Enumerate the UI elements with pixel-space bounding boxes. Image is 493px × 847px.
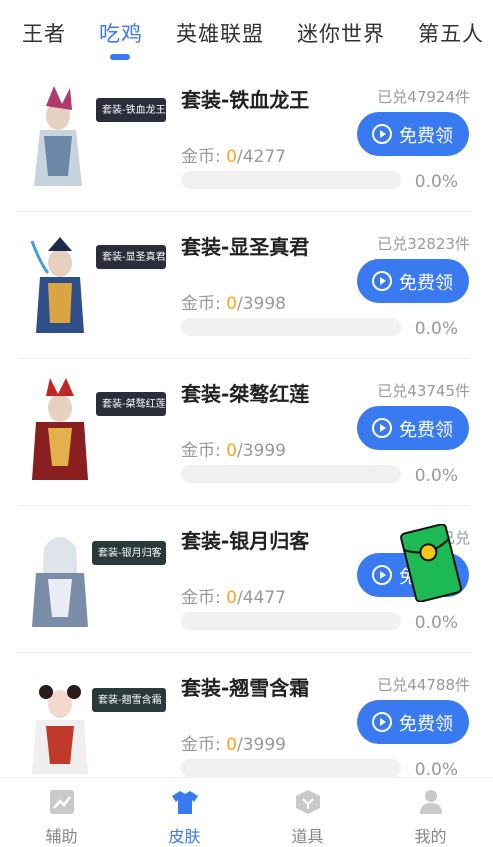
chart-icon	[50, 790, 74, 814]
list-item[interactable]: 套装-显圣真君 套装-显圣真君 已兑32823件 免费领 金币: 0/3998 …	[18, 211, 470, 359]
play-circle-icon	[372, 712, 392, 732]
progress-bar	[181, 171, 401, 189]
skin-title: 套装-银月归客	[181, 529, 310, 553]
tab-miniworld[interactable]: 迷你世界	[297, 18, 385, 48]
coin-label: 金币:	[181, 441, 227, 461]
coin-progress-text: 金币: 0/4477	[181, 583, 286, 608]
play-circle-icon	[372, 271, 392, 291]
redeemed-count: 已兑47924件	[377, 88, 470, 106]
list-item[interactable]: 套装-桀骜红莲 套装-桀骜红莲 已兑43745件 免费领 金币: 0/3999 …	[18, 358, 470, 506]
claim-button[interactable]: 免费领	[357, 259, 469, 303]
coin-label: 金币:	[181, 294, 227, 314]
coin-label: 金币:	[181, 735, 227, 755]
coin-current: 0	[226, 441, 237, 461]
coin-label: 金币:	[181, 147, 227, 167]
coin-progress-text: 金币: 0/4277	[181, 142, 286, 167]
coin-label: 金币:	[181, 588, 227, 608]
claim-button-label: 免费领	[399, 273, 453, 294]
progress-percent: 0.0%	[414, 319, 458, 339]
skin-thumbnail: 套装-翘雪含霜	[32, 685, 166, 774]
shirt-icon	[172, 791, 198, 814]
redeemed-count: 已兑32823件	[377, 235, 470, 253]
tab-diwuren[interactable]: 第五人	[418, 18, 484, 48]
skin-thumbnail: 套装-桀骜红莲	[32, 378, 166, 480]
tab-wangzhe[interactable]: 王者	[22, 18, 66, 48]
coin-current: 0	[226, 147, 237, 167]
skin-thumbnail: 套装-铁血龙王	[34, 86, 166, 186]
progress-percent: 0.0%	[414, 172, 458, 192]
nav-item-assist[interactable]: 辅助	[0, 778, 123, 847]
nav-label: 道具	[291, 827, 324, 846]
skin-list[interactable]: 套装-铁血龙王 套装-铁血龙王 已兑47924件 免费领 金币: 0/4277 …	[0, 64, 493, 777]
progress-percent: 0.0%	[414, 613, 458, 633]
coin-total: /3999	[236, 735, 286, 755]
user-icon	[420, 790, 442, 814]
progress-bar	[181, 612, 401, 630]
skin-title: 套装-显圣真君	[181, 235, 310, 259]
coin-progress-text: 金币: 0/3999	[181, 730, 286, 755]
play-circle-icon	[372, 565, 392, 585]
claim-button-label: 免费领	[399, 714, 453, 735]
banner-label: 套装-桀骜红莲	[102, 397, 166, 410]
nav-item-skins[interactable]: 皮肤	[123, 778, 246, 847]
banner-label: 套装-银月归客	[98, 546, 162, 559]
nav-item-props[interactable]: 道具	[246, 778, 369, 847]
skin-title: 套装-翘雪含霜	[181, 676, 310, 700]
list-item[interactable]: 套装-翘雪含霜 套装-翘雪含霜 已兑44788件 免费领 金币: 0/3999 …	[18, 652, 470, 777]
tab-chiji[interactable]: 吃鸡	[99, 18, 143, 48]
progress-percent: 0.0%	[414, 760, 458, 777]
coin-total: /3998	[236, 294, 286, 314]
coin-current: 0	[226, 588, 237, 608]
progress-bar	[181, 759, 401, 777]
skin-thumbnail: 套装-银月归客	[32, 537, 166, 627]
coin-total: /4477	[236, 588, 286, 608]
claim-button[interactable]: 免费领	[357, 700, 469, 744]
bottom-nav: 辅助 皮肤 道具 我的	[0, 777, 493, 847]
banner-label: 套装-翘雪含霜	[98, 693, 162, 706]
progress-bar	[181, 465, 401, 483]
coin-current: 0	[226, 735, 237, 755]
category-tabs: 王者 吃鸡 英雄联盟 迷你世界 第五人	[0, 0, 493, 64]
coin-progress-text: 金币: 0/3999	[181, 436, 286, 461]
skin-thumbnail: 套装-显圣真君	[30, 237, 166, 333]
skin-title: 套装-铁血龙王	[181, 88, 310, 112]
coin-progress-text: 金币: 0/3998	[181, 289, 286, 314]
list-item[interactable]: 套装-铁血龙王 套装-铁血龙王 已兑47924件 免费领 金币: 0/4277 …	[18, 64, 470, 212]
progress-bar	[181, 318, 401, 336]
coin-total: /3999	[236, 441, 286, 461]
nav-label: 皮肤	[168, 827, 201, 846]
banner-label: 套装-铁血龙王	[102, 103, 166, 116]
coin-total: /4277	[236, 147, 286, 167]
redeemed-count: 已兑43745件	[377, 382, 470, 400]
coin-current: 0	[226, 294, 237, 314]
claim-button[interactable]: 免费领	[357, 406, 469, 450]
play-circle-icon	[372, 124, 392, 144]
active-tab-indicator	[110, 54, 130, 60]
skin-title: 套装-桀骜红莲	[181, 382, 310, 406]
claim-button-label: 免费领	[399, 126, 453, 147]
nav-item-mine[interactable]: 我的	[369, 778, 492, 847]
tab-yingxionglianmeng[interactable]: 英雄联盟	[176, 18, 264, 48]
nav-label: 辅助	[45, 827, 78, 846]
redeemed-count: 已兑44788件	[377, 676, 470, 694]
banner-label: 套装-显圣真君	[102, 250, 166, 263]
box-icon	[296, 790, 320, 814]
claim-button-label: 免费领	[399, 420, 453, 441]
nav-label: 我的	[414, 827, 447, 846]
play-circle-icon	[372, 418, 392, 438]
progress-percent: 0.0%	[414, 466, 458, 486]
claim-button[interactable]: 免费领	[357, 112, 469, 156]
floating-envelope-icon[interactable]	[400, 524, 462, 602]
